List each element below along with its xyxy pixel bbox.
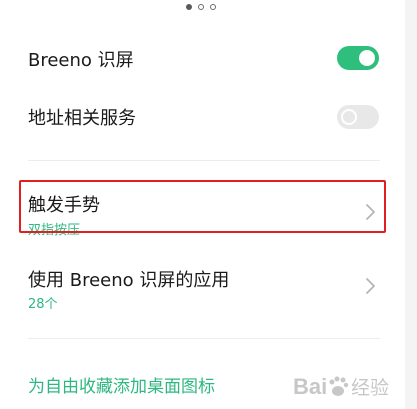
page-dot-active [186, 4, 192, 10]
toggle-knob [359, 50, 375, 66]
apps-count: 28个 [28, 297, 58, 312]
divider [28, 160, 380, 161]
page-dot [198, 4, 204, 10]
page-indicator [186, 4, 216, 10]
breeno-screen-label: Breeno 识屏 [28, 50, 134, 71]
settings-screen: Breeno 识屏 地址相关服务 触发手势 双指按压 使用 Breeno 识屏的… [0, 0, 417, 409]
address-service-toggle[interactable] [337, 105, 379, 129]
toggle-knob [341, 109, 357, 125]
apps-using-breeno-label: 使用 Breeno 识屏的应用 [28, 270, 230, 291]
highlight-annotation [19, 180, 386, 233]
baidu-paw-icon [329, 376, 349, 396]
add-favorites-desktop-icon-link[interactable]: 为自由收藏添加桌面图标 [28, 372, 215, 397]
svg-text:Bai: Bai [293, 374, 327, 399]
baidu-watermark-logo: Bai 经验 [293, 374, 389, 399]
apps-using-breeno-row[interactable]: 使用 Breeno 识屏的应用 28个 [0, 256, 405, 312]
scrollbar-track [405, 0, 417, 409]
divider [28, 338, 380, 339]
address-service-row[interactable]: 地址相关服务 [0, 96, 405, 138]
breeno-screen-row[interactable]: Breeno 识屏 [0, 38, 405, 80]
breeno-screen-toggle[interactable] [337, 46, 379, 70]
address-service-label: 地址相关服务 [28, 108, 136, 129]
chevron-right-icon [366, 278, 375, 294]
svg-text:经验: 经验 [351, 377, 389, 399]
page-dot [210, 4, 216, 10]
